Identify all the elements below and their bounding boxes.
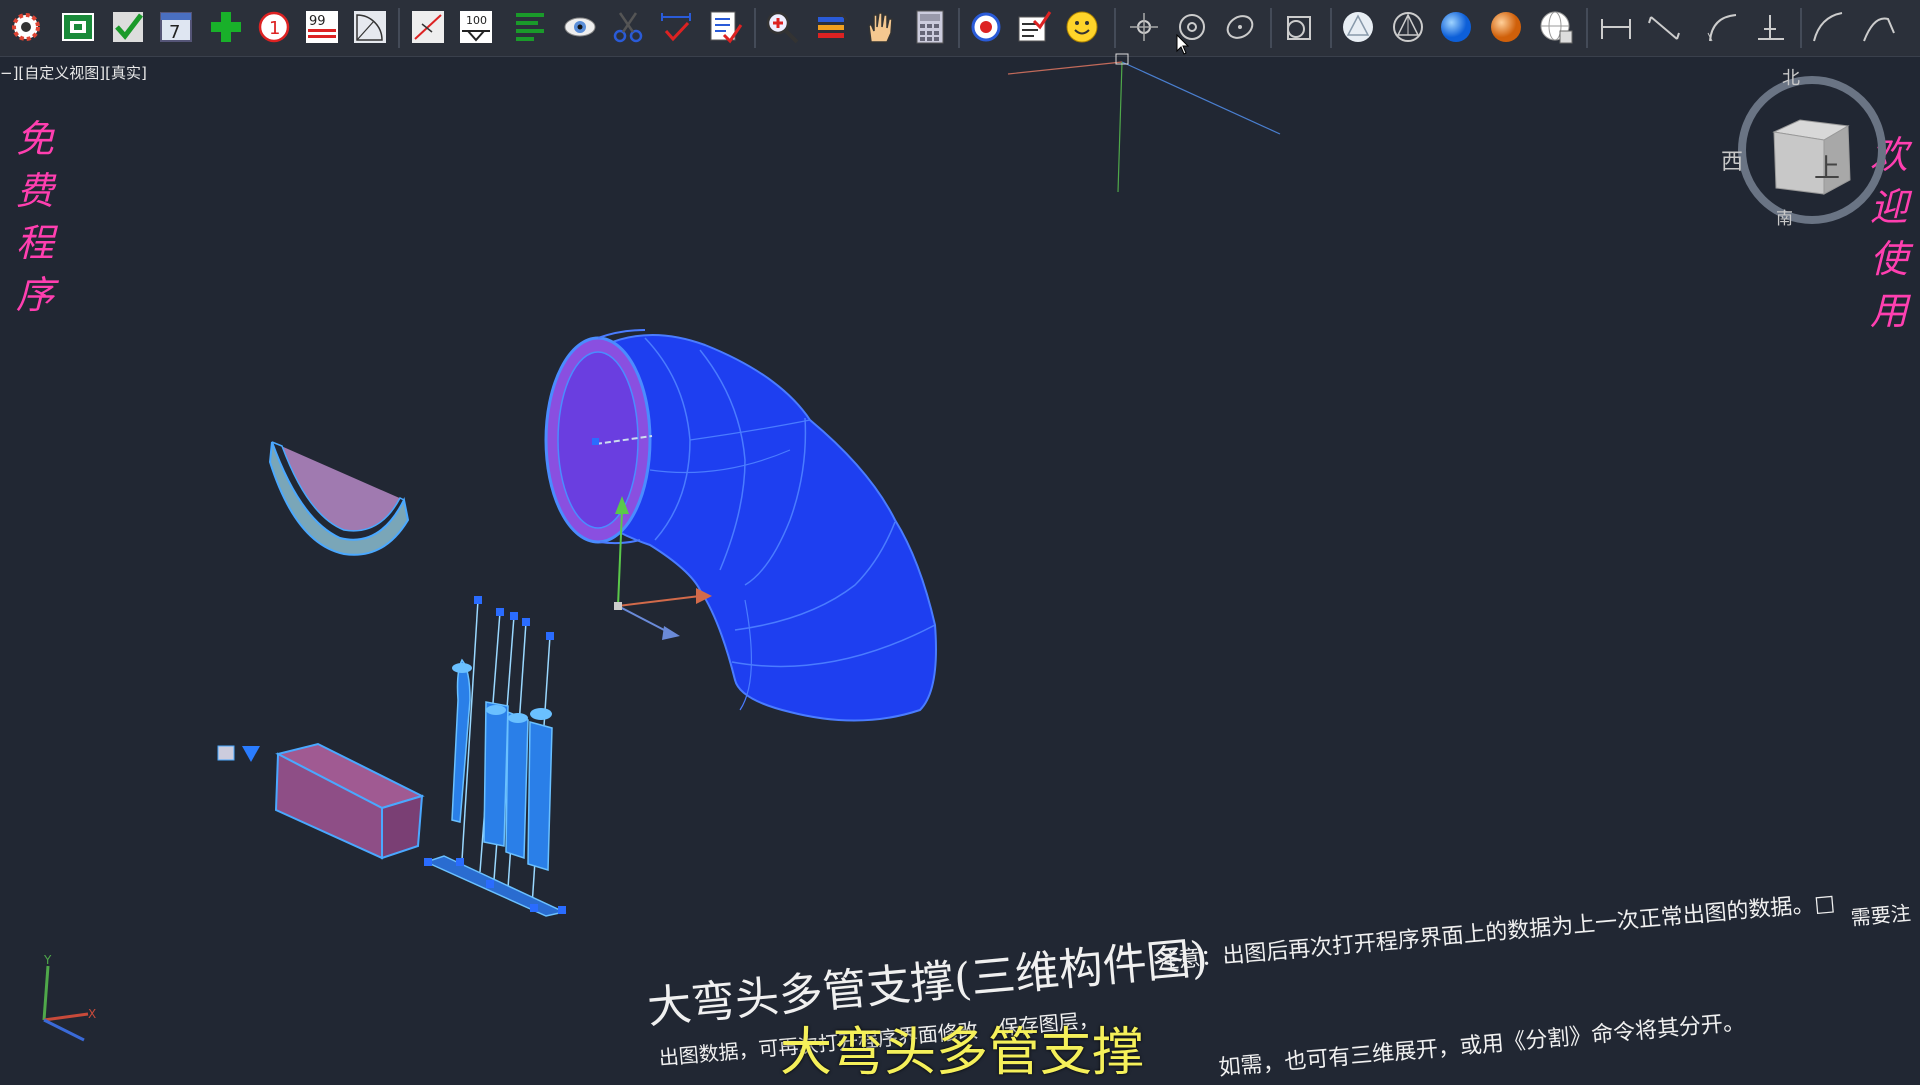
- viewcube-north[interactable]: 北: [1782, 64, 1800, 90]
- mouse-cursor-icon: [1176, 34, 1190, 55]
- ucs-icon: Y X: [42, 953, 96, 1042]
- note-line-1-tail: 需要注: [1849, 900, 1912, 931]
- elbow-pipe[interactable]: [544, 329, 937, 722]
- viewcube[interactable]: 西 北 南 上: [1720, 64, 1920, 244]
- saddle-plate[interactable]: [268, 441, 410, 556]
- video-subtitle: 大弯头多管支撑: [780, 1023, 1145, 1083]
- grip-markers[interactable]: [217, 745, 260, 762]
- ucs-crosshair: [1007, 53, 1281, 193]
- rectangular-box[interactable]: [274, 742, 425, 860]
- svg-text:Y: Y: [43, 953, 52, 967]
- viewcube-top-face[interactable]: 上: [1814, 148, 1840, 185]
- svg-text:X: X: [88, 1007, 96, 1021]
- multi-pipe-supports[interactable]: [423, 596, 567, 917]
- viewcube-south[interactable]: 南: [1776, 204, 1793, 229]
- viewcube-west[interactable]: 西: [1721, 144, 1743, 176]
